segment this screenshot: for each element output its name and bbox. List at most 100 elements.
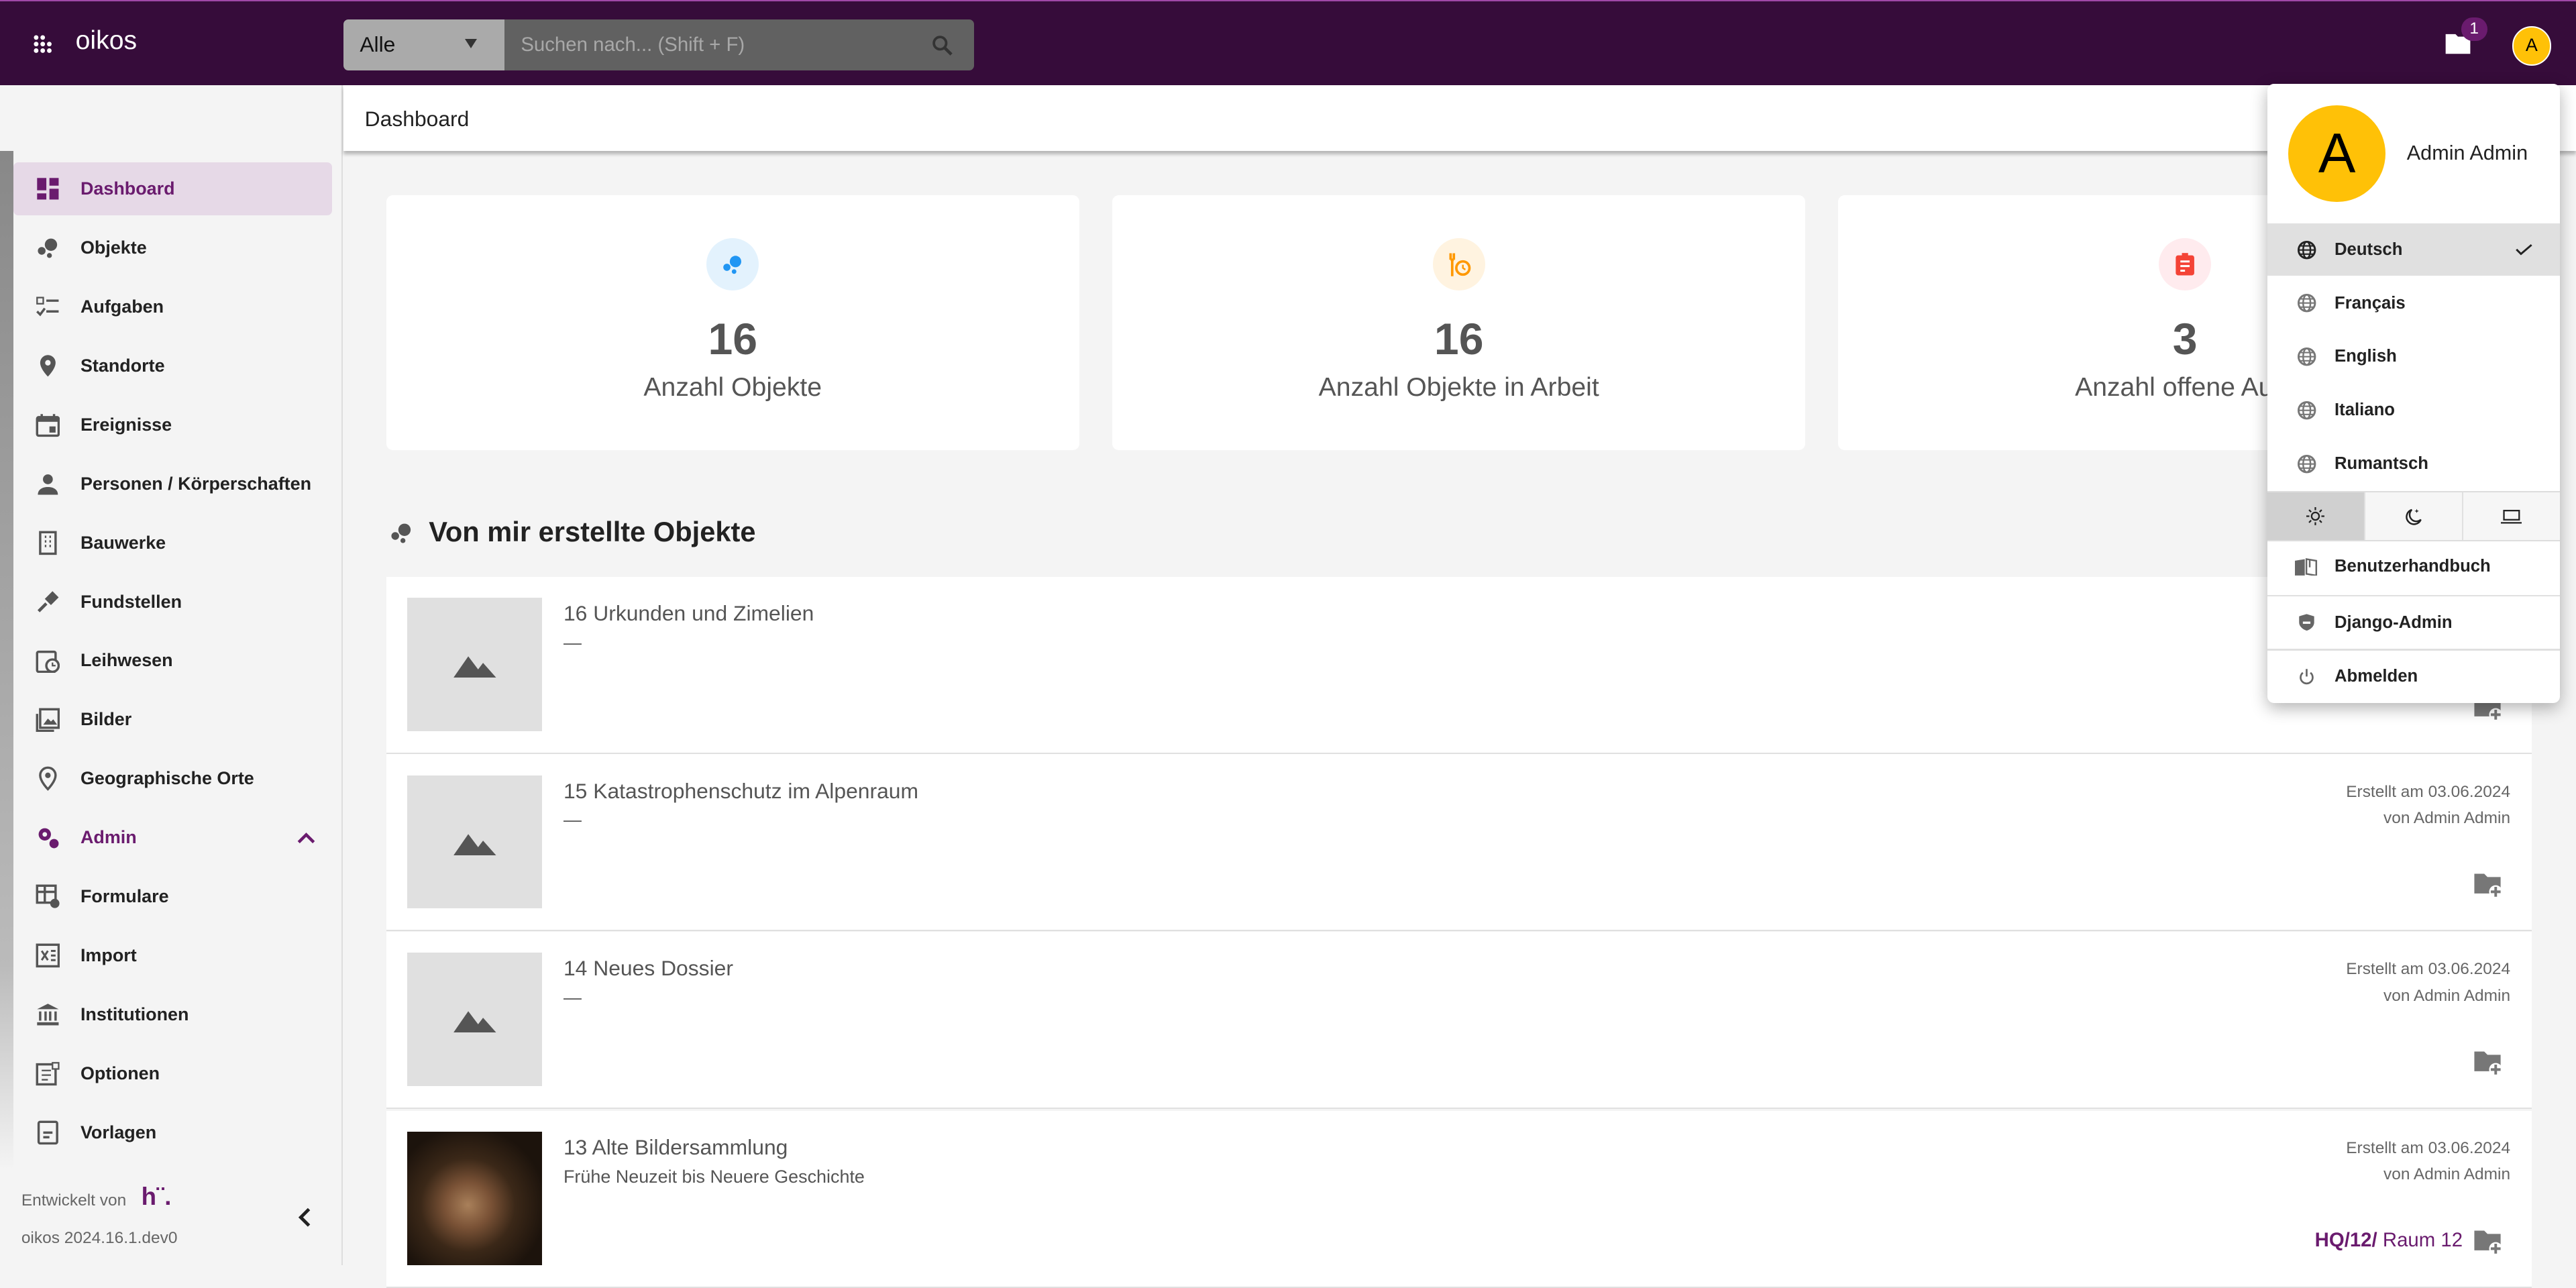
- developer-logo[interactable]: h¨.: [142, 1183, 172, 1211]
- language-option[interactable]: English: [2267, 331, 2560, 383]
- shield-icon: [2299, 614, 2314, 631]
- menu-item-django-admin[interactable]: Django-Admin: [2267, 596, 2560, 649]
- stat-icon-circle: [2158, 238, 2212, 291]
- object-title[interactable]: 13 Alte Bildersammlung: [564, 1135, 788, 1160]
- sidebar-item-label: Leihwesen: [80, 650, 173, 671]
- sidebar-item-leihwesen[interactable]: Leihwesen: [13, 635, 332, 687]
- search-input[interactable]: [504, 19, 975, 70]
- theme-dark-button[interactable]: [2365, 492, 2463, 541]
- sidebar-item-ereignisse[interactable]: Ereignisse: [13, 398, 332, 451]
- sidebar-item-objekte[interactable]: Objekte: [13, 221, 332, 274]
- search-scope-value: Alle: [360, 32, 396, 57]
- sidebar-item-standorte[interactable]: Standorte: [13, 339, 332, 392]
- object-photo[interactable]: [407, 1132, 543, 1265]
- sidebar-item-fundstellen[interactable]: Fundstellen: [13, 576, 332, 628]
- sidebar-item-geographische-orte[interactable]: Geographische Orte: [13, 753, 332, 805]
- stat-icon-circle: [1432, 238, 1485, 291]
- globe-icon: [2297, 240, 2316, 259]
- language-option[interactable]: Français: [2267, 277, 2560, 329]
- bubbles-icon: [391, 523, 411, 543]
- page-title: Dashboard: [364, 107, 470, 131]
- user-avatar-button[interactable]: A: [2512, 25, 2552, 66]
- sidebar-item-aufgaben[interactable]: Aufgaben: [13, 280, 332, 333]
- folder-plus-icon[interactable]: [2473, 1050, 2502, 1077]
- theme-system-button[interactable]: [2463, 492, 2560, 541]
- sidebar-item-institutionen[interactable]: Institutionen: [13, 988, 332, 1040]
- object-list-item[interactable]: 14 Neues Dossier — Erstellt am 03.06.202…: [386, 931, 2532, 1109]
- chevron-up-icon[interactable]: [297, 831, 315, 845]
- language-option[interactable]: Rumantsch: [2267, 437, 2560, 490]
- object-title[interactable]: 16 Urkunden und Zimelien: [564, 601, 814, 626]
- object-subtitle: Frühe Neuzeit bis Neuere Geschichte: [563, 1166, 865, 1187]
- object-meta: Erstellt am 03.06.2024 von Admin Admin: [2346, 956, 2510, 1008]
- sidebar-item-formulare[interactable]: Formulare: [13, 870, 332, 922]
- sidebar-item-label: Geographische Orte: [80, 768, 254, 789]
- user-name: Admin Admin: [2406, 141, 2528, 164]
- sidebar-item-label: Fundstellen: [80, 591, 182, 612]
- folder-plus-icon[interactable]: [2473, 1229, 2502, 1255]
- sidebar-item-label: Aufgaben: [80, 296, 164, 317]
- sidebar-item-label: Ereignisse: [80, 414, 172, 435]
- sidebar-item-bilder[interactable]: Bilder: [13, 694, 332, 746]
- sidebar-scrollbar[interactable]: [0, 151, 13, 1170]
- sidebar-item-import[interactable]: Import: [13, 929, 332, 981]
- apps-grid-icon[interactable]: [33, 34, 52, 54]
- sidebar-item-vorlagen[interactable]: Vorlagen: [13, 1106, 332, 1159]
- shovel-icon: [37, 590, 59, 612]
- sidebar-item-personen-körperschaften[interactable]: Personen / Körperschaften: [13, 458, 332, 510]
- sidebar-item-optionen[interactable]: Optionen: [13, 1047, 332, 1099]
- image-placeholder[interactable]: [407, 953, 543, 1086]
- mountain-image-icon: [453, 656, 496, 678]
- stat-icon-circle: [706, 238, 759, 291]
- object-list-item[interactable]: 13 Alte Bildersammlung Frühe Neuzeit bis…: [386, 1110, 2532, 1288]
- object-meta: Erstellt am 03.06.2024 von Admin Admin: [2346, 779, 2510, 831]
- theme-light-button[interactable]: [2267, 492, 2365, 541]
- sidebar-item-label: Vorlagen: [80, 1122, 157, 1142]
- tools-clock-icon: [1449, 253, 1471, 276]
- folder-plus-icon[interactable]: [2473, 872, 2502, 899]
- template-icon: [37, 1120, 58, 1145]
- language-label: Rumantsch: [2334, 454, 2428, 474]
- object-list-item[interactable]: 15 Katastrophenschutz im Alpenraum — Ers…: [386, 754, 2532, 932]
- search-icon[interactable]: [930, 33, 955, 58]
- search-scope-select[interactable]: Alle: [343, 19, 504, 70]
- menu-item-logout[interactable]: Abmelden: [2267, 651, 2560, 703]
- language-option[interactable]: Italiano: [2267, 384, 2560, 437]
- image-placeholder[interactable]: [407, 598, 543, 731]
- collapse-sidebar-chevron-left-icon[interactable]: [296, 1208, 315, 1227]
- language-option[interactable]: Deutsch: [2267, 223, 2560, 276]
- image-placeholder[interactable]: [407, 775, 543, 909]
- menu-item-label: Django-Admin: [2334, 612, 2453, 632]
- sidebar-item-bauwerke[interactable]: Bauwerke: [13, 517, 332, 569]
- object-list-item[interactable]: 16 Urkunden und Zimelien —: [386, 576, 2532, 754]
- app-name[interactable]: oikos: [76, 26, 137, 56]
- language-label: Deutsch: [2334, 239, 2403, 259]
- section-title: Von mir erstellte Objekte: [429, 515, 756, 547]
- stat-card[interactable]: 16 Anzahl Objekte in Arbeit: [1112, 195, 1806, 451]
- object-title[interactable]: 14 Neues Dossier: [564, 956, 733, 981]
- globe-icon: [2297, 347, 2316, 366]
- place-icon: [38, 767, 57, 792]
- search-bar: Alle: [343, 19, 975, 70]
- bubbles-icon: [38, 238, 57, 258]
- user-menu-avatar: A: [2288, 105, 2385, 203]
- person-icon: [38, 474, 58, 495]
- sidebar-item-dashboard[interactable]: Dashboard: [13, 162, 332, 215]
- stat-value: 16: [708, 314, 757, 364]
- menu-item-user-manual[interactable]: Benutzerhandbuch: [2267, 541, 2560, 593]
- object-meta: Erstellt am 03.06.2024 von Admin Admin: [2346, 1135, 2510, 1187]
- image-icon: [36, 708, 60, 732]
- object-subtitle: —: [563, 810, 582, 830]
- page-header: Dashboard: [343, 85, 2576, 152]
- created-date: Erstellt am 03.06.2024: [2346, 960, 2511, 979]
- sidebar-item-admin[interactable]: Admin: [13, 812, 332, 864]
- institution-icon: [36, 1004, 59, 1026]
- sidebar-item-label: Import: [80, 945, 137, 966]
- sidebar-item-label: Bilder: [80, 709, 132, 730]
- stat-card[interactable]: 16 Anzahl Objekte: [386, 195, 1079, 451]
- object-title[interactable]: 15 Katastrophenschutz im Alpenraum: [564, 779, 918, 804]
- object-location[interactable]: HQ/12/ Raum 12: [2315, 1229, 2463, 1252]
- sidebar-item-label: Bauwerke: [80, 532, 166, 553]
- version-label: oikos 2024.16.1.dev0: [21, 1228, 178, 1247]
- language-label: Italiano: [2334, 400, 2395, 420]
